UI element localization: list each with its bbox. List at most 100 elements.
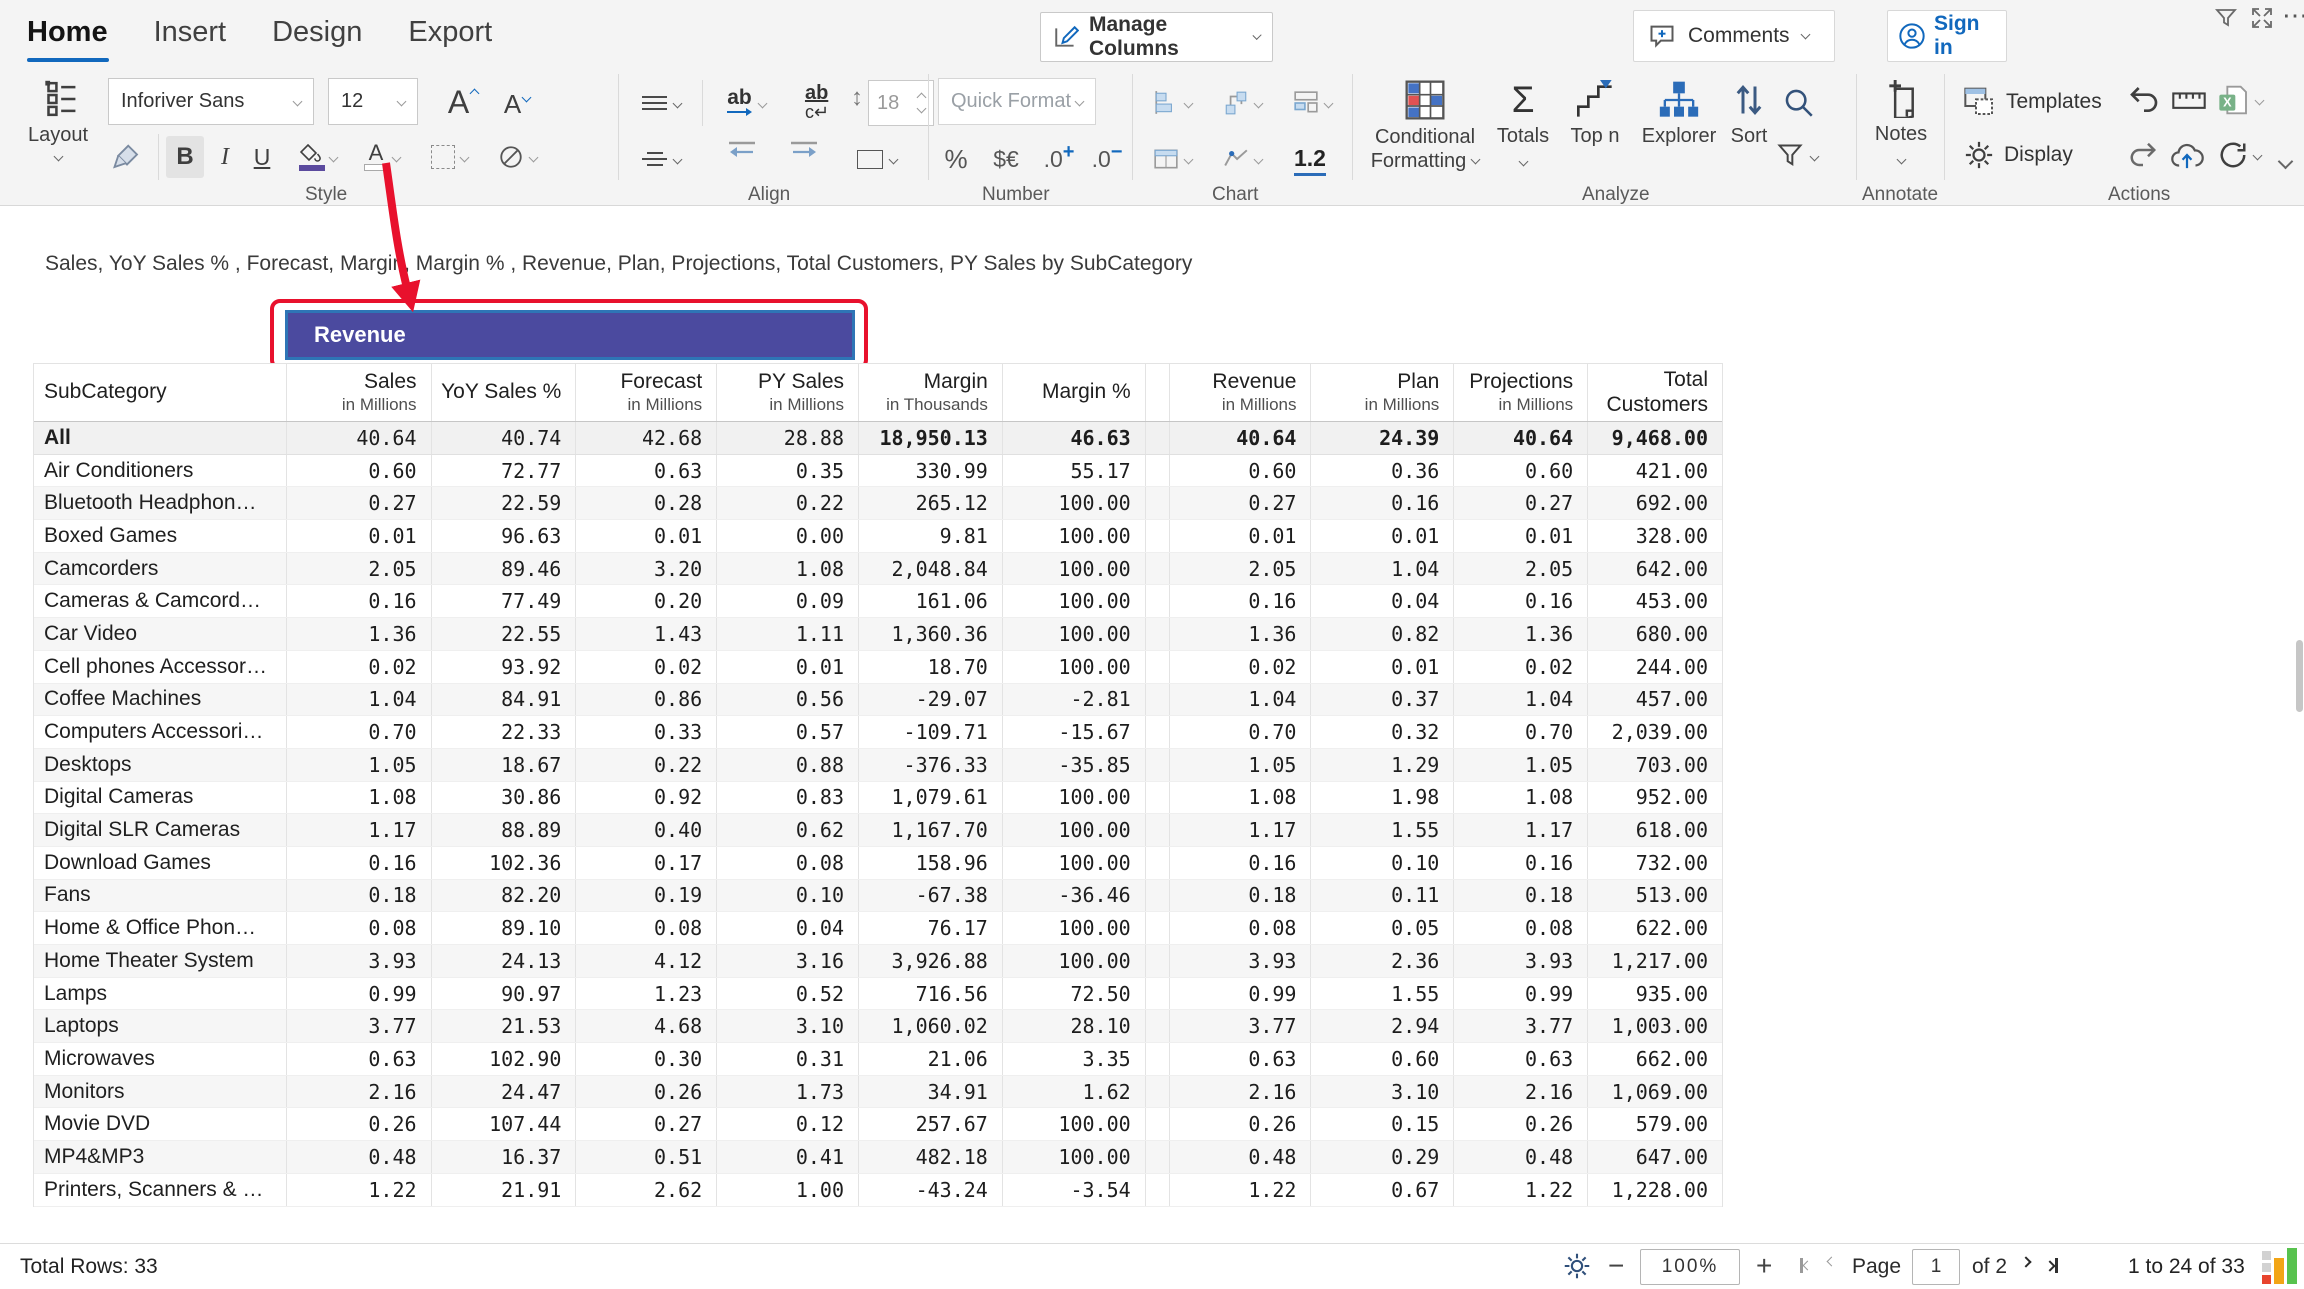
zoom-in-button[interactable]: +	[1756, 1250, 1772, 1282]
value-cell[interactable]: 0.27	[575, 1108, 716, 1140]
value-cell[interactable]: 0.83	[716, 782, 858, 814]
value-cell[interactable]: 2.16	[1453, 1076, 1587, 1108]
value-cell[interactable]: 0.02	[286, 651, 431, 683]
indent-decrease-button[interactable]	[716, 140, 768, 160]
value-cell[interactable]: 0.16	[1169, 585, 1311, 617]
filter-button[interactable]	[1776, 142, 1818, 170]
value-cell[interactable]: 0.04	[1310, 585, 1453, 617]
value-cell[interactable]: 0.11	[1310, 880, 1453, 912]
value-cell[interactable]: 0.02	[1453, 651, 1587, 683]
underline-button[interactable]: U	[244, 136, 280, 178]
value-cell[interactable]: 1.23	[575, 978, 716, 1010]
visual-filter-icon[interactable]	[2214, 6, 2238, 30]
value-cell[interactable]: 0.01	[286, 520, 431, 552]
stepper-arrows[interactable]	[918, 94, 925, 112]
value-cell[interactable]: 0.29	[1310, 1141, 1453, 1173]
value-cell[interactable]: 0.16	[1453, 847, 1587, 879]
font-family-select[interactable]: Inforiver Sans	[108, 78, 314, 125]
row-label[interactable]: Printers, Scanners & …	[34, 1174, 286, 1206]
value-cell[interactable]: 0.01	[1310, 520, 1453, 552]
row-label[interactable]: Home & Office Phon…	[34, 912, 286, 944]
value-cell[interactable]: 3.10	[716, 1010, 858, 1042]
value-cell[interactable]: 102.36	[431, 847, 576, 879]
value-cell[interactable]: 265.12	[858, 487, 1002, 519]
value-cell[interactable]: 0.48	[1169, 1141, 1311, 1173]
value-cell[interactable]: 1.17	[286, 814, 431, 846]
column-header[interactable]: Margin %	[1002, 364, 1145, 421]
value-cell[interactable]: 0.48	[286, 1141, 431, 1173]
value-cell[interactable]: 513.00	[1587, 880, 1722, 912]
value-cell[interactable]: 1.08	[1453, 782, 1587, 814]
display-button[interactable]: Display	[1964, 140, 2073, 170]
value-cell[interactable]: 28.88	[716, 422, 858, 454]
value-cell[interactable]: 24.39	[1310, 422, 1453, 454]
value-cell[interactable]: 0.16	[1310, 487, 1453, 519]
value-cell[interactable]: 662.00	[1587, 1043, 1722, 1075]
row-label[interactable]: Lamps	[34, 978, 286, 1010]
value-cell[interactable]: 3.77	[286, 1010, 431, 1042]
value-cell[interactable]: 952.00	[1587, 782, 1722, 814]
value-cell[interactable]: 579.00	[1587, 1108, 1722, 1140]
value-cell[interactable]: 0.70	[286, 716, 431, 748]
value-cell[interactable]: 1.17	[1169, 814, 1311, 846]
value-cell[interactable]: 0.16	[1169, 847, 1311, 879]
value-cell[interactable]: 642.00	[1587, 553, 1722, 585]
value-cell[interactable]: 0.99	[286, 978, 431, 1010]
value-cell[interactable]: 1,060.02	[858, 1010, 1002, 1042]
value-cell[interactable]: 457.00	[1587, 684, 1722, 716]
row-label[interactable]: All	[34, 422, 286, 454]
font-size-select[interactable]: 12	[328, 78, 418, 125]
value-cell[interactable]: 330.99	[858, 455, 1002, 487]
value-cell[interactable]: 0.56	[716, 684, 858, 716]
merge-cells-button[interactable]	[846, 138, 908, 180]
chart-type-button[interactable]	[1144, 82, 1200, 124]
value-cell[interactable]: 0.26	[1453, 1108, 1587, 1140]
value-cell[interactable]: 0.60	[286, 455, 431, 487]
value-cell[interactable]: 4.68	[575, 1010, 716, 1042]
table-settings-button[interactable]	[1563, 1252, 1591, 1280]
borders-button[interactable]	[420, 136, 478, 178]
font-color-button[interactable]: A	[354, 136, 410, 178]
value-cell[interactable]: 1.22	[1453, 1174, 1587, 1206]
row-label[interactable]: MP4&MP3	[34, 1141, 286, 1173]
value-cell[interactable]: 3.93	[1169, 945, 1311, 977]
value-cell[interactable]: 0.19	[575, 880, 716, 912]
italic-button[interactable]: I	[208, 136, 242, 178]
row-label[interactable]: Cell phones Accessor…	[34, 651, 286, 683]
value-cell[interactable]: 1.62	[1002, 1076, 1145, 1108]
value-cell[interactable]: 21.91	[431, 1174, 576, 1206]
layout-button[interactable]: Layout	[22, 80, 94, 160]
value-cell[interactable]: 22.33	[431, 716, 576, 748]
currency-button[interactable]: $€	[980, 138, 1032, 180]
value-cell[interactable]: 0.51	[575, 1141, 716, 1173]
value-cell[interactable]: 1,167.70	[858, 814, 1002, 846]
first-page-button[interactable]	[1800, 1258, 1811, 1273]
row-label[interactable]: Coffee Machines	[34, 684, 286, 716]
value-cell[interactable]: 93.92	[431, 651, 576, 683]
value-cell[interactable]: 18.70	[858, 651, 1002, 683]
comments-button[interactable]: Comments	[1633, 10, 1835, 62]
value-cell[interactable]: 34.91	[858, 1076, 1002, 1108]
explorer-button[interactable]: Explorer	[1636, 80, 1722, 148]
value-cell[interactable]: 72.77	[431, 455, 576, 487]
value-cell[interactable]: 100.00	[1002, 1108, 1145, 1140]
zoom-level-value[interactable]: 100%	[1640, 1249, 1740, 1285]
value-cell[interactable]: 107.44	[431, 1108, 576, 1140]
sparkline-button[interactable]	[1214, 138, 1270, 180]
value-cell[interactable]: 100.00	[1002, 553, 1145, 585]
value-cell[interactable]: 46.63	[1002, 422, 1145, 454]
value-cell[interactable]: 0.08	[716, 847, 858, 879]
value-cell[interactable]: 0.99	[1453, 978, 1587, 1010]
value-cell[interactable]: 0.26	[1169, 1108, 1311, 1140]
value-cell[interactable]: 40.64	[286, 422, 431, 454]
value-cell[interactable]: 1.00	[716, 1174, 858, 1206]
value-cell[interactable]: 0.28	[575, 487, 716, 519]
value-cell[interactable]: 22.59	[431, 487, 576, 519]
export-excel-button[interactable]: X	[2218, 84, 2263, 116]
value-cell[interactable]: 55.17	[1002, 455, 1145, 487]
value-cell[interactable]: 0.86	[575, 684, 716, 716]
value-cell[interactable]: 0.36	[1310, 455, 1453, 487]
increase-font-button[interactable]: A	[438, 80, 488, 124]
value-cell[interactable]: 0.60	[1310, 1043, 1453, 1075]
value-cell[interactable]: 0.63	[1453, 1043, 1587, 1075]
